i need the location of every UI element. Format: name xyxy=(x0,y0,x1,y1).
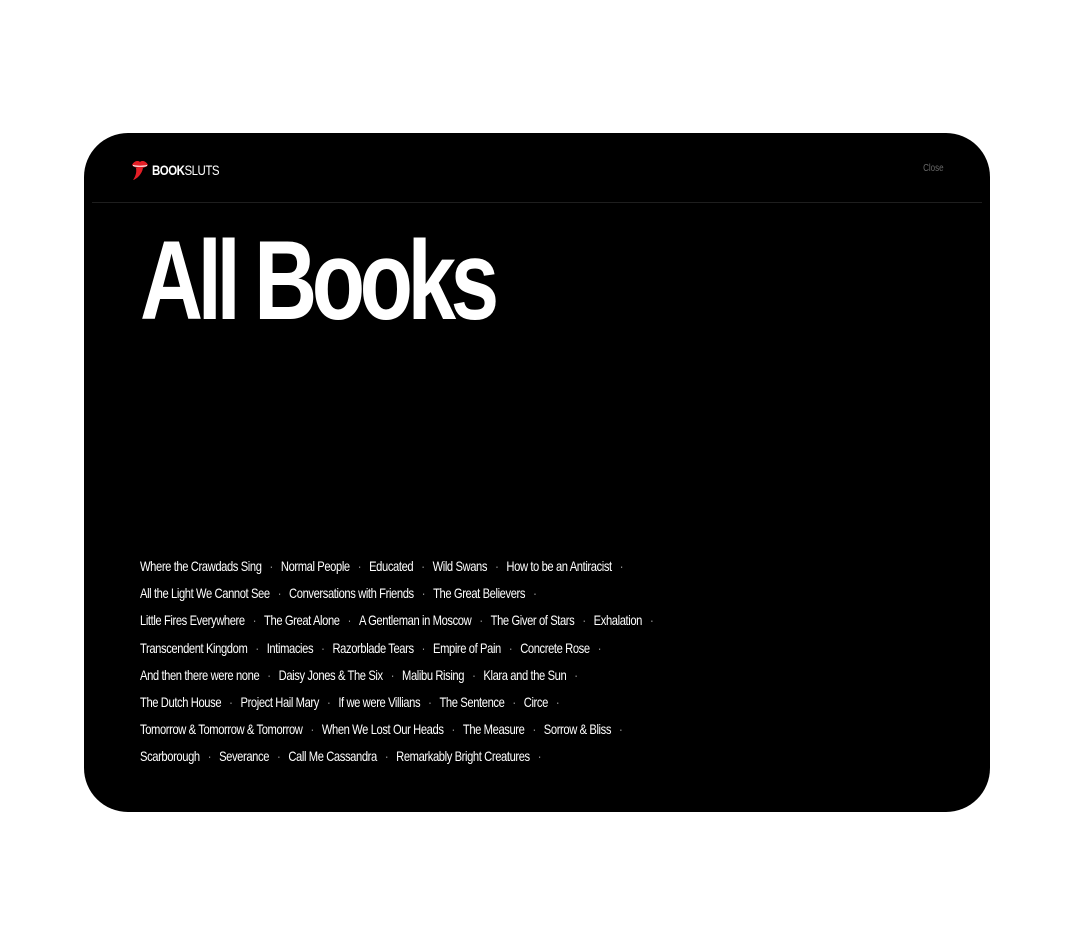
book-link[interactable]: Normal People xyxy=(281,558,350,574)
separator-dot: · xyxy=(421,639,426,656)
logo-text-bold: BOOK xyxy=(152,162,185,178)
logo-text: BOOKSLUTS xyxy=(152,159,220,181)
book-link[interactable]: The Giver of Stars xyxy=(491,612,575,628)
book-list: Where the Crawdads Sing · Normal People · Ed… xyxy=(140,553,900,771)
book-link[interactable]: The Great Alone xyxy=(264,612,340,628)
separator-dot: · xyxy=(269,558,274,574)
separator-dot: · xyxy=(597,639,602,656)
page-title: All Books xyxy=(140,218,499,343)
separator-dot: · xyxy=(267,666,271,683)
book-link[interactable]: How to be an Antiracist xyxy=(506,558,612,574)
book-row: Transcendent Kingdom · Intimacies · Razorbla… xyxy=(140,635,748,662)
book-link[interactable]: And then there were none xyxy=(140,667,260,683)
book-link[interactable]: Little Fires Everywhere xyxy=(140,612,245,628)
book-row: The Dutch House · Project Hail Mary · If we … xyxy=(140,689,748,716)
all-books-modal: BOOKSLUTS Close All Books Where the Craw… xyxy=(84,133,990,812)
book-link[interactable]: Klara and the Sun xyxy=(483,667,566,683)
book-row: Tomorrow & Tomorrow & Tomorrow · When We L… xyxy=(140,716,748,743)
separator-dot: · xyxy=(555,693,560,710)
separator-dot: · xyxy=(532,721,536,738)
separator-dot: · xyxy=(277,748,281,765)
separator-dot: · xyxy=(421,585,426,602)
separator-dot: · xyxy=(255,639,259,656)
separator-dot: · xyxy=(582,612,586,629)
separator-dot: · xyxy=(428,693,432,710)
book-link[interactable]: The Great Believers xyxy=(433,585,525,601)
book-link[interactable]: The Sentence xyxy=(439,694,504,710)
modal-header: BOOKSLUTS Close xyxy=(92,133,982,203)
logo[interactable]: BOOKSLUTS xyxy=(130,159,234,181)
book-link[interactable]: Scarborough xyxy=(140,748,200,764)
separator-dot: · xyxy=(321,639,325,656)
book-link[interactable]: Wild Swans xyxy=(433,558,488,574)
book-link[interactable]: Empire of Pain xyxy=(433,640,501,656)
separator-dot: · xyxy=(277,585,282,602)
separator-dot: · xyxy=(347,612,352,629)
separator-dot: · xyxy=(619,721,623,738)
separator-dot: · xyxy=(508,639,513,656)
separator-dot: · xyxy=(479,612,483,629)
separator-dot: · xyxy=(207,748,212,765)
book-link[interactable]: Malibu Rising xyxy=(402,667,464,683)
book-link[interactable]: Conversations with Friends xyxy=(289,585,414,601)
separator-dot: · xyxy=(384,748,389,765)
book-link[interactable]: Razorblade Tears xyxy=(332,640,414,656)
lips-tongue-icon xyxy=(130,159,150,181)
separator-dot: · xyxy=(252,612,257,629)
separator-dot: · xyxy=(619,558,624,574)
separator-dot: · xyxy=(512,693,516,710)
book-link[interactable]: When We Lost Our Heads xyxy=(322,721,444,737)
separator-dot: · xyxy=(229,693,233,710)
book-row: Where the Crawdads Sing · Normal People · Ed… xyxy=(140,553,748,580)
book-row: Scarborough · Severance · Call Me Cassandra ·… xyxy=(140,743,748,770)
separator-dot: · xyxy=(574,666,578,683)
book-row: And then there were none · Daisy Jones & T… xyxy=(140,662,748,689)
logo-text-light: SLUTS xyxy=(184,162,220,178)
book-link[interactable]: Circe xyxy=(524,694,549,710)
book-link[interactable]: Educated xyxy=(369,558,414,574)
separator-dot: · xyxy=(326,693,331,710)
book-link[interactable]: Remarkably Bright Creatures xyxy=(396,748,530,764)
book-link[interactable]: Call Me Cassandra xyxy=(288,748,377,764)
book-link[interactable]: Project Hail Mary xyxy=(241,694,320,710)
separator-dot: · xyxy=(421,558,425,574)
book-link[interactable]: Intimacies xyxy=(267,640,314,656)
book-link[interactable]: Sorrow & Bliss xyxy=(544,721,612,737)
separator-dot: · xyxy=(533,585,537,602)
separator-dot: · xyxy=(649,612,654,629)
separator-dot: · xyxy=(537,748,542,765)
book-link[interactable]: If we were Villians xyxy=(338,694,420,710)
book-link[interactable]: Tomorrow & Tomorrow & Tomorrow xyxy=(140,721,303,737)
separator-dot: · xyxy=(310,721,314,738)
book-row: Little Fires Everywhere · The Great Alone ·… xyxy=(140,607,748,634)
book-link[interactable]: Concrete Rose xyxy=(520,640,590,656)
separator-dot: · xyxy=(357,558,362,574)
close-button[interactable]: Close xyxy=(924,163,944,174)
book-row: All the Light We Cannot See · Conversation… xyxy=(140,580,748,607)
book-link[interactable]: Transcendent Kingdom xyxy=(140,640,248,656)
separator-dot: · xyxy=(451,721,456,738)
separator-dot: · xyxy=(390,666,395,683)
book-link[interactable]: Severance xyxy=(219,748,269,764)
book-link[interactable]: Daisy Jones & The Six xyxy=(279,667,383,683)
book-link[interactable]: The Dutch House xyxy=(140,694,222,710)
book-link[interactable]: A Gentleman in Moscow xyxy=(359,612,472,628)
separator-dot: · xyxy=(472,666,476,683)
book-link[interactable]: The Measure xyxy=(463,721,525,737)
book-link[interactable]: All the Light We Cannot See xyxy=(140,585,270,601)
separator-dot: · xyxy=(495,558,499,574)
book-link[interactable]: Where the Crawdads Sing xyxy=(140,558,262,574)
book-link[interactable]: Exhalation xyxy=(594,612,643,628)
